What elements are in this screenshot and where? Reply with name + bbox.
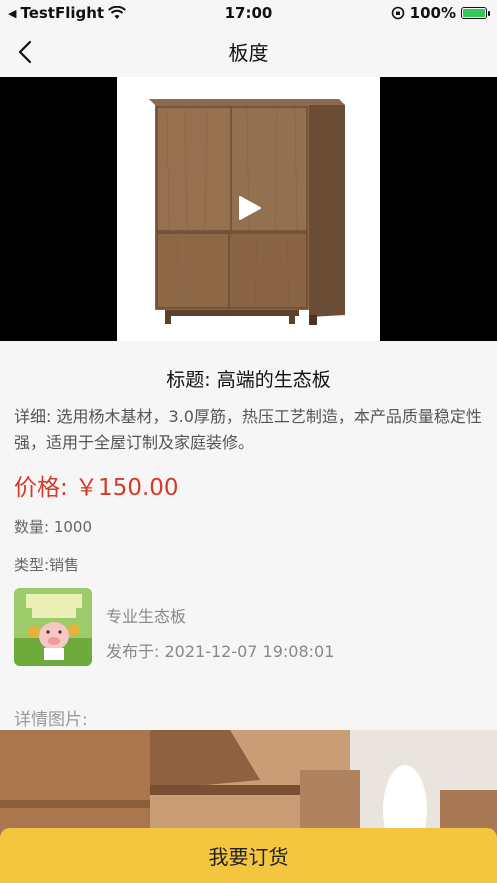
seller-name: 专业生态板 <box>106 607 187 626</box>
product-title: 标题: 高端的生态板 <box>166 369 331 391</box>
status-bar: ◀ TestFlight 17:00 100% <box>0 0 497 26</box>
product-type: 类型:销售 <box>14 556 80 574</box>
status-right: 100% <box>391 4 490 22</box>
product-quantity: 数量: 1000 <box>14 518 92 536</box>
battery-icon <box>461 7 490 19</box>
nav-bar: 板度 <box>0 26 497 76</box>
product-price: 价格: ￥150.00 <box>14 475 179 501</box>
pig-avatar-image <box>14 588 92 666</box>
orientation-lock-icon <box>391 6 404 20</box>
seller-avatar[interactable] <box>14 588 92 666</box>
product-video[interactable] <box>0 77 497 341</box>
battery-percent: 100% <box>409 4 456 22</box>
page-title: 板度 <box>228 41 269 65</box>
product-detail: 详细: 选用杨木基材，3.0厚筋，热压工艺制造，本产品质量稳定性强，适用于全屋订… <box>14 407 482 452</box>
detail-images-label: 详情图片: <box>14 710 88 730</box>
posted-time: 发布于: 2021-12-07 19:08:01 <box>106 642 335 661</box>
play-icon[interactable] <box>236 195 262 221</box>
order-button[interactable]: 我要订货 <box>0 828 497 883</box>
